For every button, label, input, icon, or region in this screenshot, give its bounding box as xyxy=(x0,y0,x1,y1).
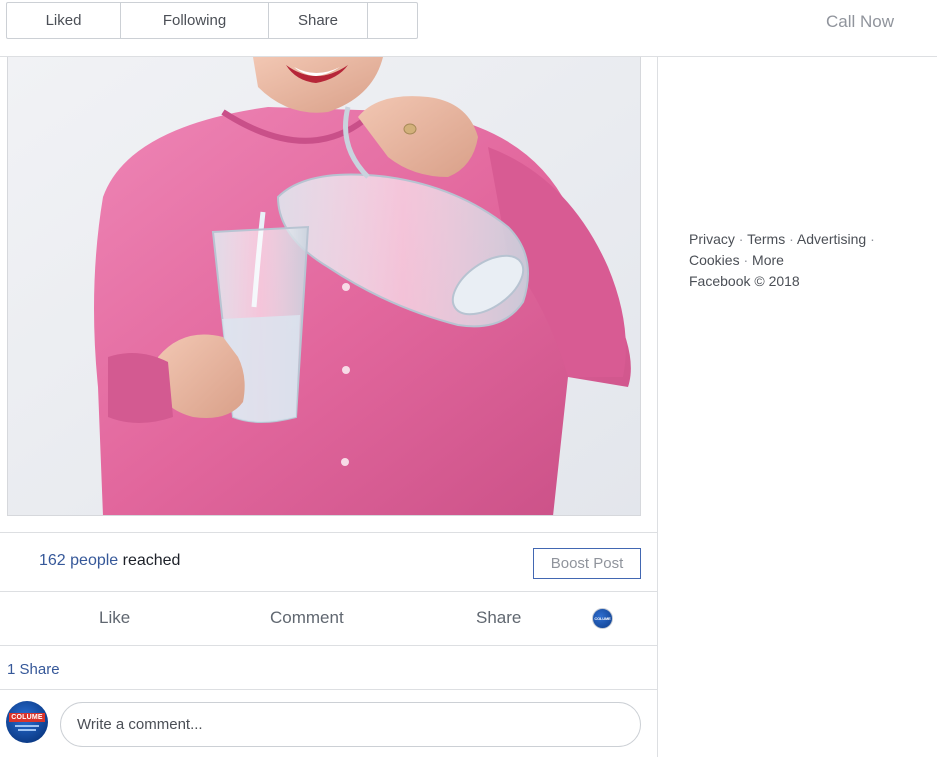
following-button[interactable]: Following xyxy=(121,3,269,38)
reach-summary: 162 people reached xyxy=(39,552,180,570)
mini-avatar-logo-text: COLUME xyxy=(594,616,611,621)
footer-links-line-1: Privacy · Terms · Advertising · xyxy=(689,229,929,250)
footer-separator: · xyxy=(789,231,794,247)
footer-link-terms[interactable]: Terms xyxy=(747,231,785,247)
page-action-bar: Liked Following Share Call Now xyxy=(0,0,937,57)
reach-count-link[interactable]: 162 people xyxy=(39,552,118,569)
footer-link-more[interactable]: More xyxy=(752,252,784,268)
post-card: 162 people reached Boost Post Like Comme… xyxy=(0,57,658,757)
post-photo[interactable] xyxy=(7,57,641,516)
post-as-avatar-selector[interactable]: COLUME xyxy=(592,608,613,629)
shares-count-row: 1 Share xyxy=(0,645,657,689)
footer-link-privacy[interactable]: Privacy xyxy=(689,231,735,247)
footer-link-advertising[interactable]: Advertising xyxy=(797,231,866,247)
photo-woman-pouring-water xyxy=(8,57,640,515)
liked-button[interactable]: Liked xyxy=(7,3,121,38)
post-reach-row: 162 people reached Boost Post xyxy=(0,532,657,591)
shares-count-link[interactable]: 1 Share xyxy=(7,661,60,678)
footer-separator: · xyxy=(743,252,749,268)
comment-input[interactable] xyxy=(60,702,641,747)
footer-copyright: Facebook © 2018 xyxy=(689,273,800,289)
reach-suffix: reached xyxy=(118,552,181,569)
footer-separator: · xyxy=(738,231,744,247)
share-page-button[interactable]: Share xyxy=(269,3,368,38)
avatar-logo-text: COLUME xyxy=(9,713,45,722)
avatar-logo-line xyxy=(15,725,39,727)
footer-links-line-2: Cookies · More xyxy=(689,250,929,271)
call-now-button[interactable]: Call Now xyxy=(826,12,894,32)
footer-separator: · xyxy=(870,231,875,247)
more-options-button[interactable] xyxy=(368,3,417,38)
comment-composer: COLUME xyxy=(0,689,657,757)
page-button-group: Liked Following Share xyxy=(6,2,418,39)
post-actions-row: Like Comment Share COLUME xyxy=(0,591,657,645)
avatar-logo-line xyxy=(18,729,36,731)
boost-post-button[interactable]: Boost Post xyxy=(533,548,641,579)
like-button[interactable]: Like xyxy=(99,608,130,628)
site-footer: Privacy · Terms · Advertising · Cookies … xyxy=(689,229,929,292)
share-button[interactable]: Share xyxy=(476,608,521,628)
avatar: COLUME xyxy=(6,701,48,743)
footer-link-cookies[interactable]: Cookies xyxy=(689,252,740,268)
comment-button[interactable]: Comment xyxy=(270,608,344,628)
